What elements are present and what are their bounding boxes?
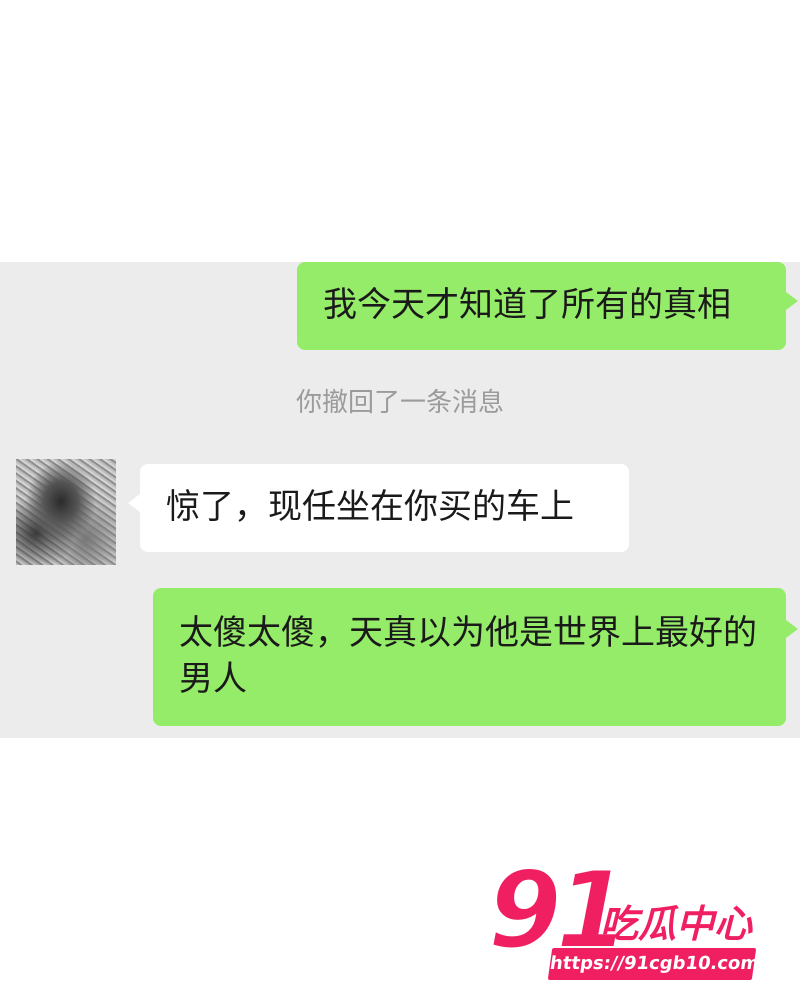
recalled-message-notice: 你撤回了一条消息 (295, 388, 504, 418)
watermark-brand-text: 吃瓜中心 (600, 902, 753, 946)
outgoing-message-bubble[interactable]: 我今天才知道了所有的真相 (297, 262, 798, 350)
chat-panel: 我今天才知道了所有的真相 你撤回了一条消息 惊了，现任坐在你买的车上 太傻太傻，… (0, 262, 800, 738)
contact-avatar[interactable] (16, 459, 116, 565)
incoming-message-bubble[interactable]: 惊了，现任坐在你买的车上 (128, 464, 629, 552)
site-watermark: 91 吃瓜中心 https://91cgb10.com (480, 855, 780, 987)
outgoing-message-bubble[interactable]: 太傻太傻，天真以为他是世界上最好的男人 (153, 588, 798, 726)
watermark-url: https://91cgb10.com (547, 948, 761, 980)
